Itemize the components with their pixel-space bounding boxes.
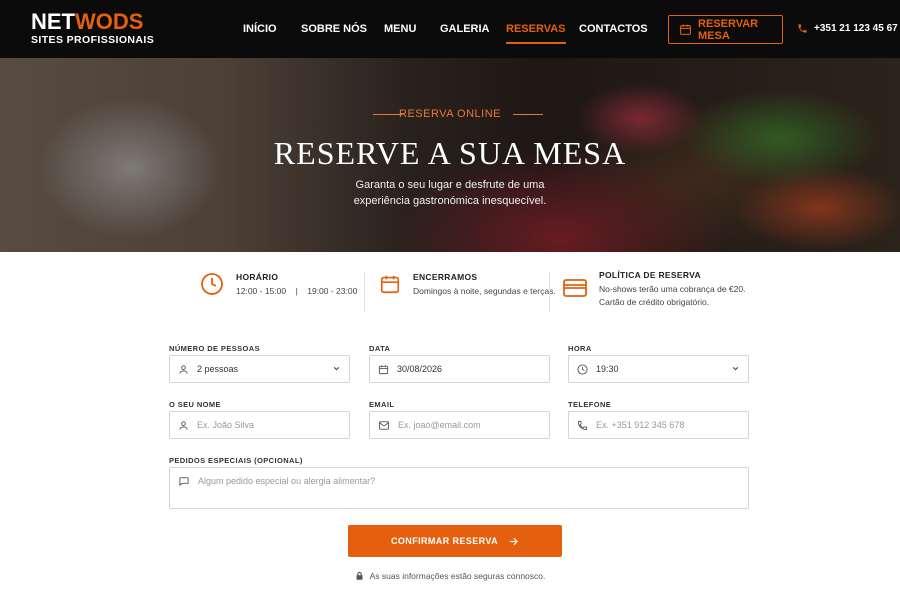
info-closed: ENCERRAMOS Domingos à noite, segundas e … — [379, 272, 556, 298]
header-phone[interactable]: +351 21 123 45 67 — [797, 23, 898, 34]
calendar-icon — [379, 272, 401, 298]
guests-label: NÚMERO DE PESSOAS — [169, 344, 260, 353]
reserve-table-label: RESERVAR MESA — [698, 17, 759, 42]
confirm-reservation-button[interactable]: CONFIRMAR RESERVA — [348, 525, 562, 557]
time-value: 19:30 — [596, 364, 619, 374]
name-placeholder: Ex. João Silva — [197, 420, 255, 430]
kicker-line-right — [513, 114, 543, 115]
envelope-icon — [378, 420, 390, 431]
info-policy-title: POLÍTICA DE RESERVA — [599, 270, 701, 280]
message-icon — [178, 476, 190, 487]
phone-icon — [797, 23, 808, 34]
logo-part2: WODS — [75, 9, 144, 34]
info-policy-line1: No-shows terão uma cobrança de €20. — [599, 284, 746, 294]
nav-item-reservas[interactable]: RESERVAS — [506, 23, 566, 44]
email-field[interactable]: Ex. joao@email.com — [369, 411, 550, 439]
name-field[interactable]: Ex. João Silva — [169, 411, 350, 439]
info-hours-title: HORÁRIO — [236, 272, 279, 282]
confirm-reservation-label: CONFIRMAR RESERVA — [391, 536, 498, 546]
logo-part1: NET — [31, 9, 75, 34]
date-value: 30/08/2026 — [397, 364, 443, 374]
info-policy-line2: Cartão de crédito obrigatório. — [599, 297, 710, 307]
nav-item-galeria[interactable]: GALERIA — [440, 23, 490, 35]
phone-icon — [577, 420, 588, 431]
reserve-table-button[interactable]: RESERVAR MESA — [668, 15, 783, 44]
info-closed-title: ENCERRAMOS — [413, 272, 478, 282]
nav-item-contactos[interactable]: CONTACTOS — [579, 23, 648, 35]
phone-label: TELEFONE — [568, 400, 612, 409]
hero-kicker: RESERVA ONLINE — [399, 108, 501, 120]
info-closed-text: Domingos à noite, segundas e terças. — [413, 286, 556, 296]
requests-label: PEDIDOS ESPECIAIS (OPCIONAL) — [169, 456, 303, 465]
security-note: As suas informações estão seguras connos… — [0, 571, 900, 581]
hours-separator: | — [295, 286, 298, 296]
hero-banner: RESERVA ONLINE RESERVE A SUA MESA Garant… — [0, 58, 900, 252]
requests-placeholder: Algum pedido especial ou alergia aliment… — [198, 476, 376, 486]
lunch-hours: 12:00 - 15:00 — [236, 286, 287, 296]
logo-tagline: SITES PROFISSIONAIS — [31, 34, 155, 46]
guests-select[interactable]: 2 pessoas — [169, 355, 350, 383]
info-divider — [549, 272, 550, 312]
user-icon — [178, 420, 189, 431]
email-placeholder: Ex. joao@email.com — [398, 420, 481, 430]
hero-title: RESERVE A SUA MESA — [273, 135, 627, 171]
info-divider — [364, 272, 365, 312]
info-hours-times: 12:00 - 15:00 | 19:00 - 23:00 — [236, 285, 357, 298]
nav-item-menu[interactable]: MENU — [384, 23, 416, 35]
info-hours: HORÁRIO 12:00 - 15:00 | 19:00 - 23:00 — [200, 272, 357, 298]
name-label: O SEU NOME — [169, 400, 221, 409]
phone-field[interactable]: Ex. +351 912 345 678 — [568, 411, 749, 439]
requests-textarea[interactable]: Algum pedido especial ou alergia aliment… — [169, 467, 749, 509]
date-field[interactable]: 30/08/2026 — [369, 355, 550, 383]
time-label: HORA — [568, 344, 592, 353]
user-icon — [178, 364, 189, 375]
arrow-right-icon — [508, 536, 519, 547]
time-select[interactable]: 19:30 — [568, 355, 749, 383]
info-policy: POLÍTICA DE RESERVA No-shows terão uma c… — [563, 270, 745, 309]
hero-subtitle: Garanta o seu lugar e desfrute de uma ex… — [353, 179, 547, 207]
security-note-text: As suas informações estão seguras connos… — [369, 571, 546, 581]
lock-icon — [355, 571, 364, 581]
logo-wordmark: NETWODS — [31, 11, 154, 33]
calendar-icon — [679, 23, 692, 36]
calendar-icon — [378, 364, 389, 375]
info-strip: HORÁRIO 12:00 - 15:00 | 19:00 - 23:00 EN… — [0, 270, 900, 320]
email-label: EMAIL — [369, 400, 395, 409]
guests-value: 2 pessoas — [197, 364, 239, 374]
date-label: DATA — [369, 344, 391, 353]
clock-icon — [577, 363, 588, 375]
site-header: NETWODS SITES PROFISSIONAIS INÍCIO SOBRE… — [0, 0, 900, 58]
logo[interactable]: NETWODS SITES PROFISSIONAIS — [31, 11, 155, 47]
nav-item-sobre-nos[interactable]: SOBRE NÓS — [301, 23, 367, 35]
chevron-down-icon — [332, 364, 341, 373]
dinner-hours: 19:00 - 23:00 — [307, 286, 358, 296]
phone-number: +351 21 123 45 67 — [814, 23, 898, 34]
chevron-down-icon — [731, 364, 740, 373]
nav-item-inicio[interactable]: INÍCIO — [243, 23, 277, 35]
phone-placeholder: Ex. +351 912 345 678 — [596, 420, 685, 430]
clock-icon — [200, 272, 224, 298]
credit-card-icon — [563, 278, 587, 309]
